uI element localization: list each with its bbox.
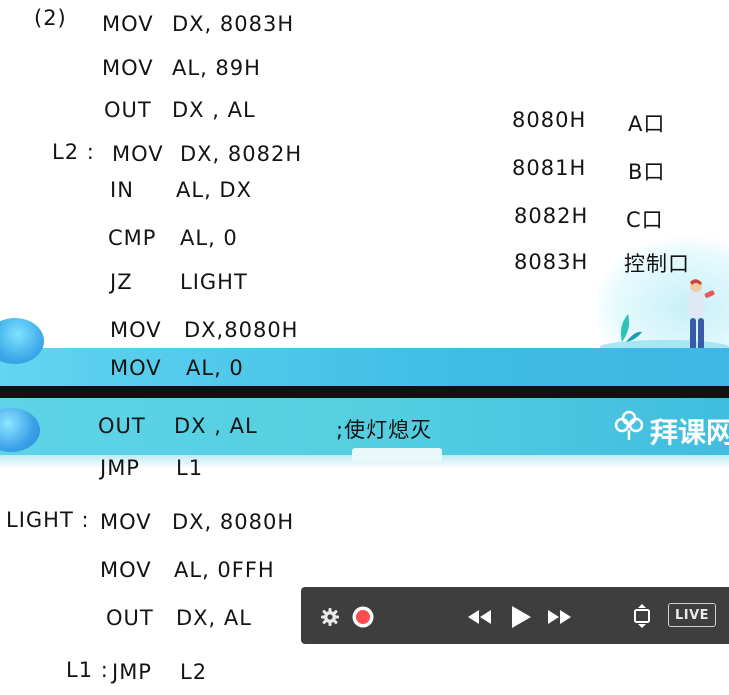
code-args: DX , AL xyxy=(172,98,256,122)
code-op: MOV xyxy=(100,558,152,582)
code-args: DX,8080H xyxy=(184,318,299,342)
code-args: DX, AL xyxy=(176,606,252,630)
code-args: DX, 8080H xyxy=(172,510,295,534)
code-args: LIGHT xyxy=(180,270,248,294)
code-args: DX , AL xyxy=(174,414,258,438)
port-name: C口 xyxy=(626,208,664,232)
code-label: L2 : xyxy=(52,140,95,164)
code-op: OUT xyxy=(106,606,154,630)
code-op: CMP xyxy=(108,226,157,250)
code-op: JMP xyxy=(100,456,140,480)
code-args: DX, 8083H xyxy=(172,12,295,36)
code-op: MOV xyxy=(100,510,152,534)
code-op: OUT xyxy=(98,414,146,438)
code-args: DX, 8082H xyxy=(180,142,303,166)
code-args: AL, 0FFH xyxy=(174,558,275,582)
port-address: 8081H xyxy=(512,156,587,180)
gear-icon[interactable] xyxy=(318,605,342,629)
banner-divider xyxy=(0,386,729,398)
code-op: IN xyxy=(110,178,134,202)
port-address: 8082H xyxy=(514,204,589,228)
live-button[interactable]: LIVE xyxy=(668,603,716,627)
person-illustration xyxy=(688,279,715,352)
port-address: 8080H xyxy=(512,108,587,132)
code-op: MOV xyxy=(110,318,162,342)
play-icon[interactable] xyxy=(506,602,536,632)
banner-tab xyxy=(352,448,442,462)
port-address: 8083H xyxy=(514,250,589,274)
code-args: AL, DX xyxy=(176,178,252,202)
code-op: JZ xyxy=(110,270,133,294)
code-op: OUT xyxy=(104,98,152,122)
code-comment: ;使灯熄灭 xyxy=(336,418,433,442)
code-args: AL, 89H xyxy=(172,56,261,80)
fit-screen-icon[interactable] xyxy=(630,603,654,629)
code-label: L1 : xyxy=(66,658,109,682)
fast-forward-icon[interactable] xyxy=(545,605,575,629)
code-label: LIGHT : xyxy=(6,508,90,532)
port-name: 控制口 xyxy=(624,252,690,276)
port-name: A口 xyxy=(628,112,666,136)
code-op: MOV xyxy=(110,356,162,380)
code-op: MOV xyxy=(102,12,154,36)
code-args: AL, 0 xyxy=(186,356,244,380)
rewind-icon[interactable] xyxy=(464,605,494,629)
code-args: L2 xyxy=(180,660,208,684)
code-op: MOV xyxy=(102,56,154,80)
question-number: (2) xyxy=(34,6,67,30)
port-name: B口 xyxy=(628,160,666,184)
plant-illustration xyxy=(620,314,642,342)
code-op: MOV xyxy=(112,142,164,166)
record-icon[interactable] xyxy=(350,604,376,630)
code-args: L1 xyxy=(176,456,204,480)
brand-logo-text: 拜课网 xyxy=(650,416,729,449)
code-args: AL, 0 xyxy=(180,226,238,250)
code-op: JMP xyxy=(112,660,152,684)
brand-flower-icon xyxy=(614,410,644,440)
